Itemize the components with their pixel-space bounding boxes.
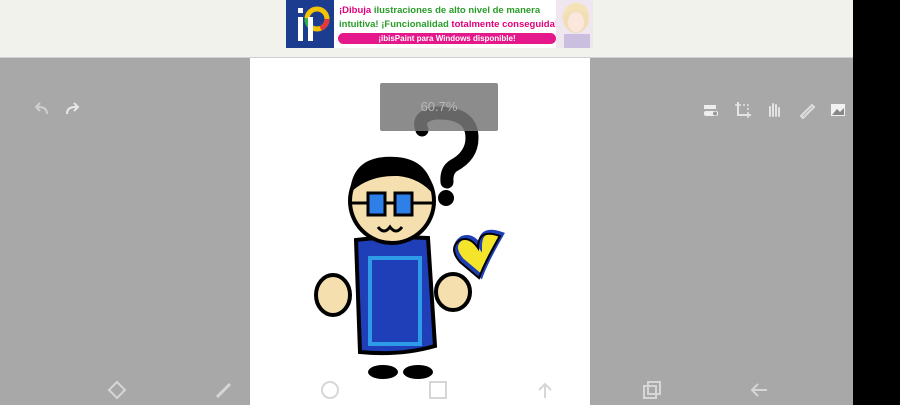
zoom-indicator: 60.7% [380,83,498,131]
ad-headline: ¡Dibuja ilustraciones de alto nivel de m… [339,5,540,16]
ibispaint-logo [286,0,334,48]
back-arrow-icon[interactable] [749,380,769,400]
hand-icon[interactable] [764,100,784,120]
undo-icon[interactable] [32,99,52,119]
square-icon[interactable] [428,380,448,400]
redo-icon[interactable] [62,99,82,119]
ad-cta-button[interactable]: ¡ibisPaint para Windows disponible! [338,33,556,44]
transform-icon[interactable] [107,380,127,400]
layers-icon[interactable] [642,380,662,400]
brush-icon[interactable] [214,380,234,400]
upload-icon[interactable] [535,380,555,400]
ad-headline-part2: ilustraciones de alto nivel de manera [371,5,541,16]
app-window: ¡Dibuja ilustraciones de alto nivel de m… [0,0,853,405]
image-icon[interactable] [828,100,848,120]
toggle-icon[interactable] [701,100,721,120]
circle-icon[interactable] [320,380,340,400]
ad-headline-part1: ¡Dibuja [339,5,372,16]
ad-character-image [556,0,593,48]
ad-banner-area: ¡Dibuja ilustraciones de alto nivel de m… [0,0,853,58]
ad-subheadline-part1: intuitiva! ¡Funcionalidad [339,19,449,30]
pencil-icon[interactable] [797,100,817,120]
ad-subheadline: intuitiva! ¡Funcionalidad totalmente con… [339,19,558,30]
ad-subheadline-part2: totalmente conseguida! [448,19,559,30]
ad-banner[interactable]: ¡Dibuja ilustraciones de alto nivel de m… [286,0,593,48]
screen-edge [853,0,900,405]
crop-icon[interactable] [733,100,753,120]
